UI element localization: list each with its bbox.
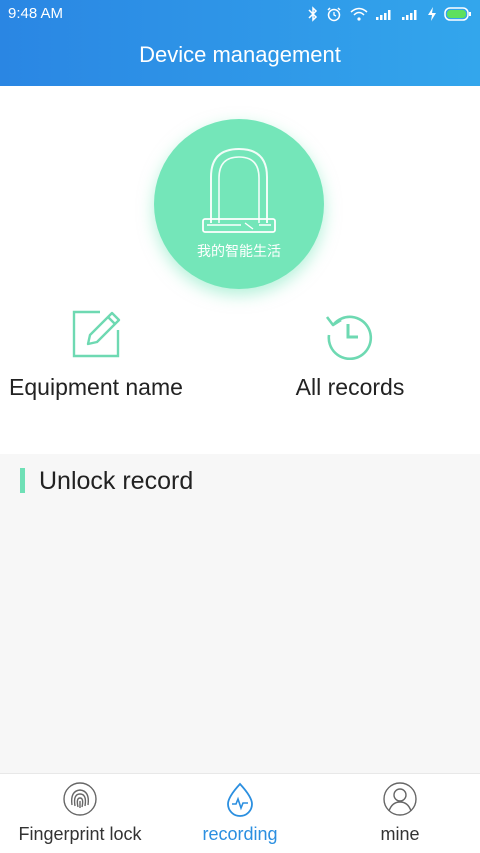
nav-recording[interactable]: recording [160, 774, 320, 853]
equipment-name-button[interactable]: Equipment name [0, 308, 216, 401]
signal-icon [376, 10, 391, 20]
nav-mine[interactable]: mine [320, 774, 480, 853]
device-panel: 我的智能生活 Equipment name All records [0, 86, 480, 454]
page-title: Device management [139, 42, 341, 67]
wifi-icon [350, 7, 368, 21]
fingerprint-icon [63, 782, 97, 816]
all-records-label: All records [295, 374, 405, 400]
equipment-name-label: Equipment name [9, 374, 183, 400]
waterdrop-pulse-icon [227, 782, 253, 817]
unlock-record-title: Unlock record [39, 467, 194, 495]
status-icons [308, 4, 472, 24]
alarm-icon [327, 7, 341, 22]
section-accent-bar [20, 468, 25, 493]
bluetooth-icon [308, 6, 318, 22]
edit-icon [72, 310, 121, 358]
charging-icon [428, 7, 436, 21]
history-clock-icon [325, 315, 373, 360]
all-records-button[interactable]: All records [230, 308, 470, 401]
nav-mine-label: mine [380, 824, 420, 844]
user-icon [383, 782, 417, 816]
bottom-nav: Fingerprint lock recording mine [0, 773, 480, 853]
status-bar: 9:48 AM [0, 0, 480, 28]
status-time: 9:48 AM [8, 5, 64, 22]
app-header: 9:48 AM Device management [0, 0, 480, 86]
signal-icon [402, 10, 417, 20]
nav-fingerprint-lock[interactable]: Fingerprint lock [0, 774, 160, 853]
nav-fingerprint-label: Fingerprint lock [18, 824, 142, 844]
device-lock-button[interactable]: 我的智能生活 [154, 119, 324, 289]
padlock-icon [202, 147, 276, 233]
battery-icon [444, 7, 471, 21]
nav-recording-label: recording [202, 824, 278, 844]
device-caption: 我的智能生活 [197, 244, 281, 260]
